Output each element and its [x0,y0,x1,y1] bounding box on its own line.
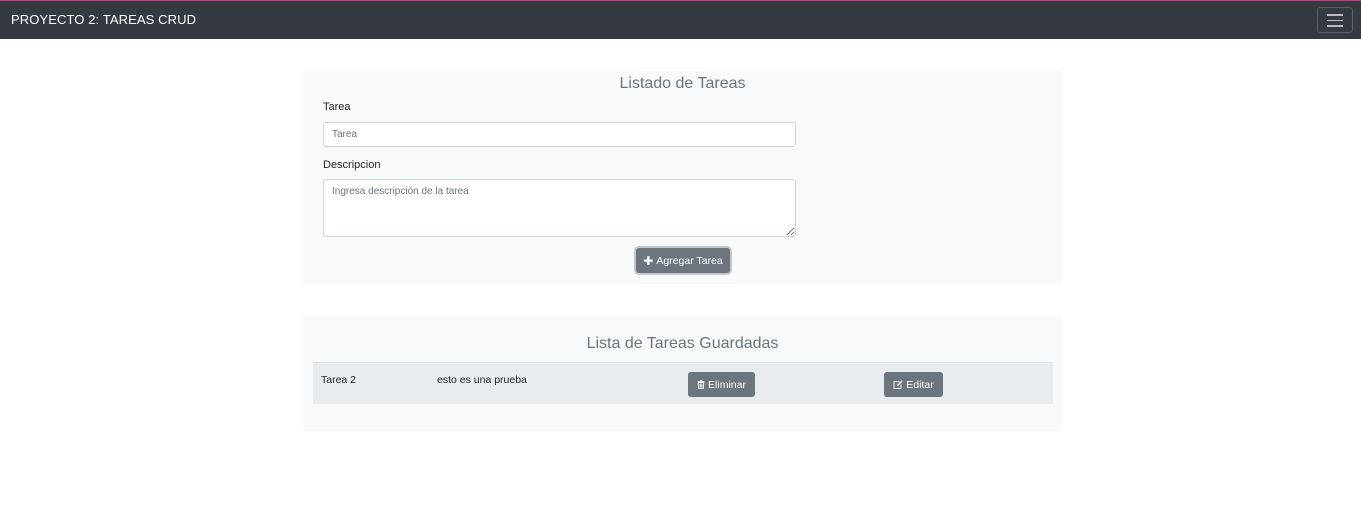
edit-button-label: Editar [906,378,934,391]
description-textarea[interactable] [323,179,796,237]
saved-tasks-title: Lista de Tareas Guardadas [586,335,779,352]
add-task-button-label: Agregar Tarea [656,254,723,267]
trash-icon [697,380,705,389]
task-description-cell: esto es una prueba [437,374,527,386]
description-label: Descripcion [323,159,381,171]
saved-tasks-card: Lista de Tareas Guardadas Tarea 2 esto e… [303,316,1062,431]
edit-icon [893,380,903,389]
task-input[interactable] [323,122,796,147]
table-row: Tarea 2 esto es una prueba Eliminar Edit… [313,362,1053,404]
task-form-card: Listado de Tareas Tarea Descripcion ✚ Ag… [303,71,1062,284]
edit-button[interactable]: Editar [884,372,943,397]
navbar-brand[interactable]: PROYECTO 2: TAREAS CRUD [11,12,196,27]
delete-button-label: Eliminar [708,378,746,391]
navbar-toggler-button[interactable] [1317,7,1353,33]
delete-button[interactable]: Eliminar [688,372,755,397]
add-task-button[interactable]: ✚ Agregar Tarea [636,248,730,273]
task-label: Tarea [323,101,351,113]
navbar: PROYECTO 2: TAREAS CRUD [0,1,1361,39]
task-name-cell: Tarea 2 [321,374,357,386]
form-title: Listado de Tareas [619,75,746,92]
plus-icon: ✚ [643,253,654,268]
